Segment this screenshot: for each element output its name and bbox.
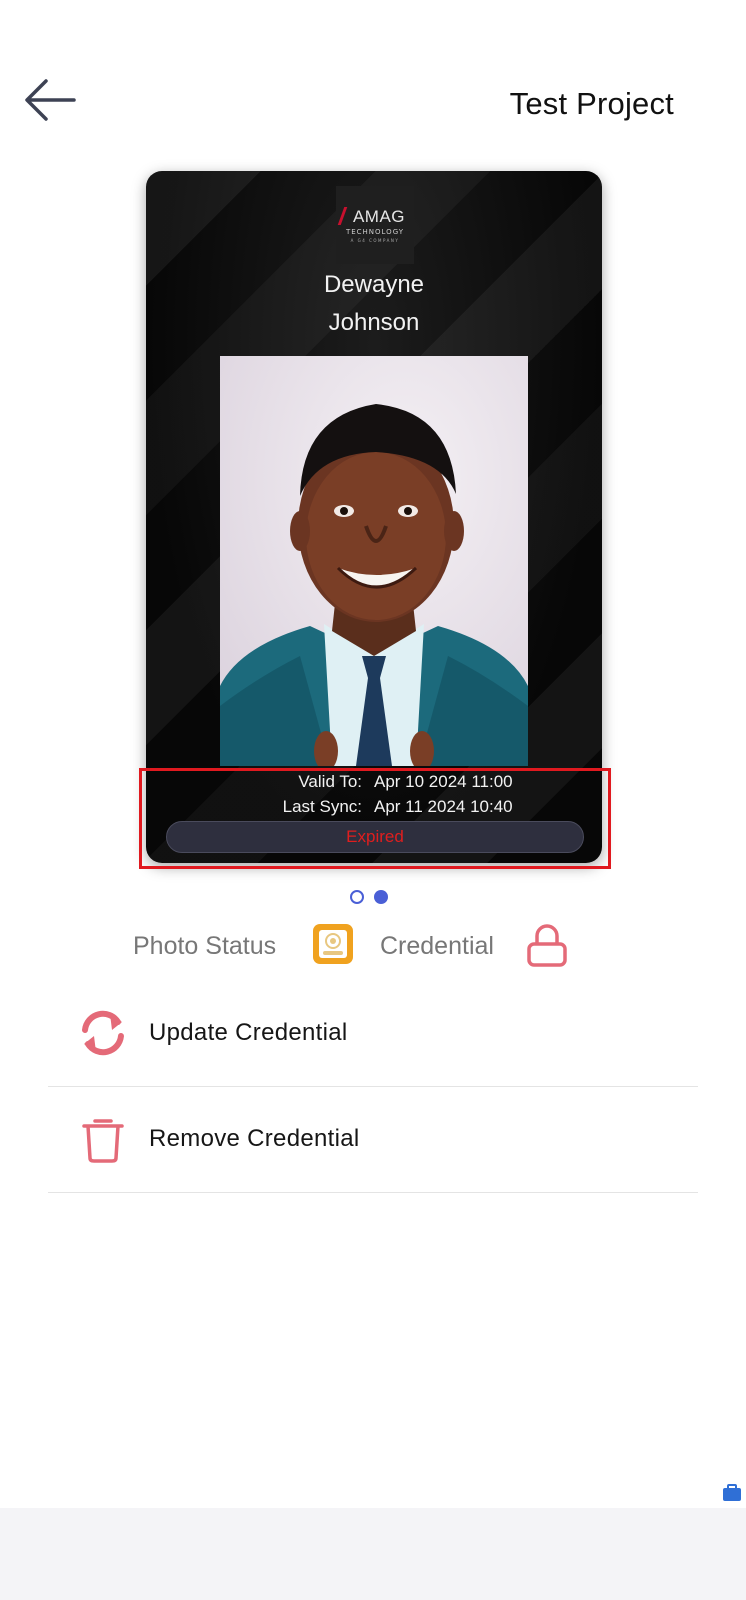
page-dot-2-active[interactable] [374,890,388,904]
logo-tagline: A G4 COMPANY [350,238,400,243]
bottom-bar [0,1508,746,1600]
page-dot-1[interactable] [350,890,364,904]
cardholder-photo [220,356,528,766]
highlight-box [139,768,611,869]
cardholder-last-name: Johnson [328,309,420,336]
status-row: Photo Status Credential [0,922,746,972]
briefcase-icon [723,1484,741,1501]
cardholder-first-name: Dewayne [323,271,425,298]
refresh-icon [76,1006,130,1060]
logo-subtitle: TECHNOLOGY [345,228,405,236]
update-credential-label: Update Credential [149,1019,348,1046]
update-credential-button[interactable]: Update Credential [48,980,698,1087]
back-button[interactable] [22,76,78,124]
logo-brand: AMAG [345,207,405,227]
credential-card[interactable]: AMAG TECHNOLOGY A G4 COMPANY Dewayne Joh… [146,171,602,863]
arrow-left-icon [25,79,76,121]
remove-credential-button[interactable]: Remove Credential [48,1086,698,1193]
photo-status-label: Photo Status [133,932,277,960]
photo-approved-icon [313,924,353,964]
remove-credential-label: Remove Credential [149,1125,360,1152]
page-title: Test Project [509,86,674,121]
credential-label: Credential [380,932,494,960]
lock-icon [527,924,567,967]
company-logo: AMAG TECHNOLOGY A G4 COMPANY [336,186,414,264]
trash-icon [76,1112,130,1166]
page-indicator [350,890,388,904]
